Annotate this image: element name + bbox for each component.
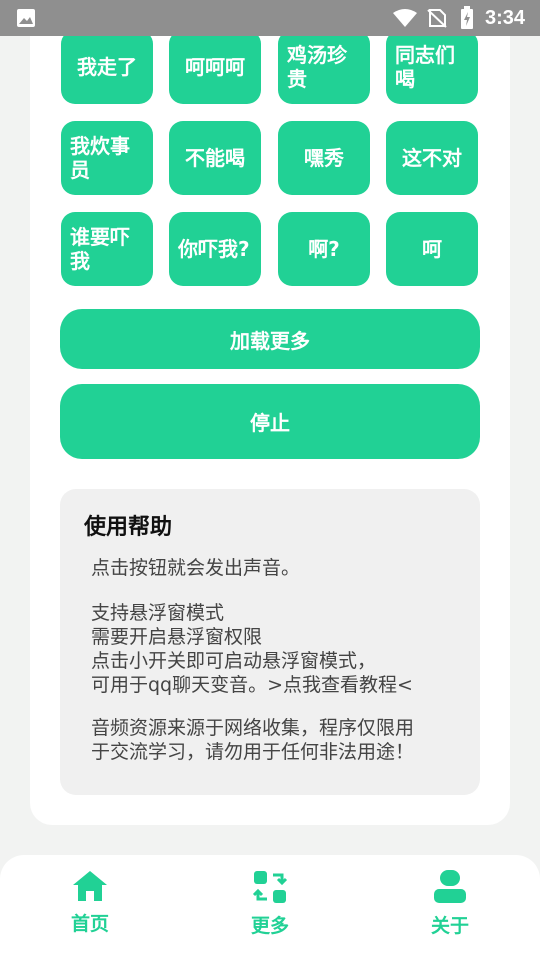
status-time: 3:34 xyxy=(485,7,526,29)
nav-about-label: 关于 xyxy=(430,915,469,937)
nav-home-label: 首页 xyxy=(70,913,109,935)
stop-button[interactable]: 停止 xyxy=(60,384,480,459)
help-title: 使用帮助 xyxy=(84,515,173,540)
sound-button[interactable]: 我走了 xyxy=(61,30,153,104)
user-icon xyxy=(434,870,466,903)
sound-button[interactable]: 呵 xyxy=(386,212,478,286)
help-text-floating: 支持悬浮窗模式 需要开启悬浮窗权限 点击小开关即可启动悬浮窗模式， 可用于qq聊… xyxy=(91,601,461,697)
sound-button[interactable]: 谁要吓我 xyxy=(61,212,153,286)
sound-button[interactable]: 嘿秀 xyxy=(278,121,370,195)
no-sim-icon xyxy=(426,8,448,32)
help-text-disclaimer: 音频资源来源于网络收集，程序仅限用 于交流学习，请勿用于任何非法用途！ xyxy=(91,717,415,763)
load-more-button[interactable]: 加载更多 xyxy=(60,309,480,369)
sound-button[interactable]: 不能喝 xyxy=(169,121,261,195)
sound-button[interactable]: 这不对 xyxy=(386,121,478,195)
sound-button[interactable]: 同志们喝 xyxy=(386,30,478,104)
wifi-icon xyxy=(392,8,418,32)
status-bar: 3:34 xyxy=(0,0,540,36)
help-box: 使用帮助 点击按钮就会发出声音。 支持悬浮窗模式 需要开启悬浮窗权限 点击小开关… xyxy=(60,489,480,795)
nav-more[interactable]: 更多 xyxy=(220,869,320,949)
help-text-click: 点击按钮就会发出声音。 xyxy=(91,557,301,579)
bottom-nav: 首页 更多 关于 xyxy=(0,855,540,960)
sound-button[interactable]: 啊? xyxy=(278,212,370,286)
sound-button[interactable]: 呵呵呵 xyxy=(169,30,261,104)
sound-button[interactable]: 你吓我? xyxy=(169,212,261,286)
sound-button[interactable]: 鸡汤珍贵 xyxy=(278,30,370,104)
nav-about[interactable]: 关于 xyxy=(400,869,500,949)
tutorial-link[interactable]: 可用于qq聊天变音。>点我查看教程< xyxy=(91,673,461,697)
swap-squares-icon xyxy=(252,871,288,903)
image-notification-icon xyxy=(16,8,36,32)
home-icon xyxy=(73,871,107,901)
battery-charging-icon xyxy=(460,6,474,34)
nav-home[interactable]: 首页 xyxy=(40,869,140,949)
nav-more-label: 更多 xyxy=(250,915,289,937)
sound-button[interactable]: 我炊事员 xyxy=(61,121,153,195)
